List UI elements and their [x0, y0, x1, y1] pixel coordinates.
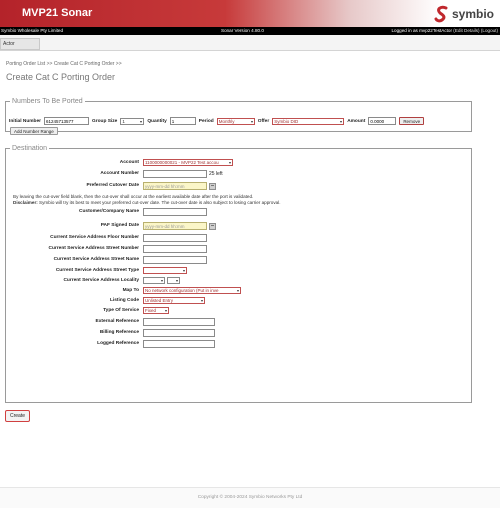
calendar-icon[interactable] — [209, 222, 216, 230]
disclaimer-text: Disclaimer: Symbio will try its best to … — [13, 200, 281, 205]
account-number-remaining: 25 left — [209, 171, 223, 177]
tab-bar: Actor — [0, 35, 500, 51]
account-label: Account — [119, 160, 139, 165]
app-header: MVP21 Sonar symbio — [0, 0, 500, 27]
breadcrumb-porting-order-list[interactable]: Porting Order List — [6, 61, 45, 67]
billing-reference-row: Billing Reference — [6, 329, 466, 339]
map-to-row: Map To No network configuration (Put in … — [6, 287, 466, 297]
locality-label: Current Service Address Locality — [63, 278, 139, 283]
customer-name-row: Customer/Company Name — [6, 208, 466, 218]
cutover-date-input[interactable]: yyyy-mm-dd hh:mm — [143, 182, 207, 190]
account-number-input[interactable] — [143, 170, 207, 178]
floor-number-label: Current Service Address Floor Number — [50, 235, 139, 240]
numbers-legend: Numbers To Be Ported — [12, 98, 83, 105]
account-row: Account 1100000000021 - MVP22 Test accou — [6, 159, 466, 169]
logged-reference-label: Logged Reference — [97, 341, 139, 346]
group-size-select[interactable]: 1 — [120, 117, 145, 125]
map-to-select[interactable]: No network configuration (Put in inve — [143, 287, 241, 294]
breadcrumb: Porting Order List >> Create Cat C Porti… — [6, 61, 122, 67]
external-reference-row: External Reference — [6, 318, 466, 328]
floor-number-row: Current Service Address Floor Number — [6, 234, 466, 244]
tab-actor[interactable]: Actor — [0, 38, 40, 50]
account-number-label: Account Number — [100, 171, 139, 176]
breadcrumb-create-order[interactable]: Create Cat C Porting Order — [54, 61, 115, 67]
symbio-swirl-icon — [434, 5, 448, 22]
account-select[interactable]: 1100000000021 - MVP22 Test accou — [143, 159, 233, 166]
listing-code-label: Listing Code — [109, 298, 139, 303]
logged-reference-row: Logged Reference — [6, 340, 466, 350]
paf-signed-date-input[interactable]: yyyy-mm-dd hh:mm — [143, 222, 207, 230]
street-name-label: Current Service Address Street Name — [53, 257, 139, 262]
disclaimer-body: Symbio will try its best to meet your pr… — [37, 200, 281, 205]
number-range-row: Initial Number Group Size 1 Quantity Per… — [9, 117, 425, 125]
locality-row: Current Service Address Locality — [6, 277, 466, 287]
billing-reference-input[interactable] — [143, 329, 215, 337]
street-type-select[interactable] — [143, 267, 187, 274]
logout-link[interactable]: (Logout) — [481, 28, 498, 33]
amount-label: Amount — [347, 118, 366, 124]
user-info: Logged in as mvp22TestActor (Edit Detail… — [391, 27, 498, 35]
disclaimer-label: Disclaimer: — [13, 200, 38, 205]
group-size-label: Group Size — [91, 118, 118, 124]
paf-signed-date-row: PAF Signed Date yyyy-mm-dd hh:mm — [6, 222, 466, 232]
calendar-icon[interactable] — [209, 182, 216, 190]
external-reference-input[interactable] — [143, 318, 215, 326]
company-name: Symbio Wholesale Pty Limited — [1, 28, 64, 33]
create-button[interactable]: Create — [5, 410, 31, 422]
external-reference-label: External Reference — [95, 319, 139, 324]
footer: Copyright © 2004-2024 Symbio Networks Pt… — [0, 487, 500, 508]
page-title: Create Cat C Porting Order — [6, 72, 116, 82]
offer-label: Offer — [257, 118, 270, 124]
destination-legend: Destination — [12, 145, 48, 152]
type-of-service-select[interactable]: Fixed — [143, 307, 169, 314]
locality-select[interactable] — [143, 277, 165, 284]
breadcrumb-separator: >> — [46, 61, 53, 67]
quantity-label: Quantity — [147, 118, 167, 124]
cutover-date-label: Preferred Cutover Date — [86, 183, 139, 188]
edit-details-link[interactable]: (Edit Details) — [453, 28, 479, 33]
street-name-row: Current Service Address Street Name — [6, 256, 466, 266]
symbio-logo: symbio — [434, 3, 494, 24]
street-number-label: Current Service Address Street Number — [48, 246, 139, 251]
customer-name-input[interactable] — [143, 208, 207, 216]
destination-section: Destination Account 1100000000021 - MVP2… — [5, 145, 472, 403]
period-label: Period — [198, 118, 214, 124]
cutover-date-row: Preferred Cutover Date yyyy-mm-dd hh:mm — [6, 182, 466, 192]
remove-button[interactable]: Remove — [399, 117, 425, 125]
info-bar: Symbio Wholesale Pty Limited Sonar Versi… — [0, 27, 500, 35]
logged-reference-input[interactable] — [143, 340, 215, 348]
initial-number-input[interactable] — [43, 117, 89, 125]
offer-select[interactable]: Symbio DID — [272, 117, 345, 125]
cutover-note: By leaving the cut-over field blank, the… — [13, 194, 254, 199]
amount-input[interactable] — [368, 117, 397, 125]
listing-code-row: Listing Code Unlisted Entry — [6, 297, 466, 307]
billing-reference-label: Billing Reference — [99, 330, 139, 335]
street-number-row: Current Service Address Street Number — [6, 245, 466, 255]
listing-code-select[interactable]: Unlisted Entry — [143, 297, 205, 304]
period-select[interactable]: Monthly — [216, 117, 255, 125]
version-label: Sonar Version 4.80.0 — [221, 28, 264, 33]
paf-signed-date-label: PAF Signed Date — [100, 223, 139, 228]
street-type-label: Current Service Address Street Type — [55, 268, 139, 273]
locality-state-select[interactable] — [167, 277, 180, 284]
floor-number-input[interactable] — [143, 234, 207, 242]
street-number-input[interactable] — [143, 245, 207, 253]
logo-text: symbio — [451, 6, 494, 21]
quantity-input[interactable] — [169, 117, 196, 125]
logged-in-user: Logged in as mvp22TestActor — [391, 28, 453, 33]
initial-number-label: Initial Number — [9, 118, 41, 124]
type-of-service-row: Type Of Service Fixed — [6, 307, 466, 317]
street-type-row: Current Service Address Street Type — [6, 267, 466, 277]
copyright-text: Copyright © 2004-2024 Symbio Networks Pt… — [197, 495, 303, 500]
account-number-row: Account Number 25 left — [6, 170, 466, 180]
add-number-range-button[interactable]: Add Number Range — [10, 127, 58, 135]
numbers-to-be-ported-section: Numbers To Be Ported Initial Number Grou… — [5, 98, 472, 135]
breadcrumb-separator: >> — [115, 61, 122, 67]
street-name-input[interactable] — [143, 256, 207, 264]
type-of-service-label: Type Of Service — [103, 308, 139, 313]
app-title: MVP21 Sonar — [22, 7, 93, 19]
main-content: Porting Order List >> Create Cat C Porti… — [0, 51, 500, 487]
customer-name-label: Customer/Company Name — [79, 209, 139, 214]
map-to-label: Map To — [122, 288, 139, 293]
